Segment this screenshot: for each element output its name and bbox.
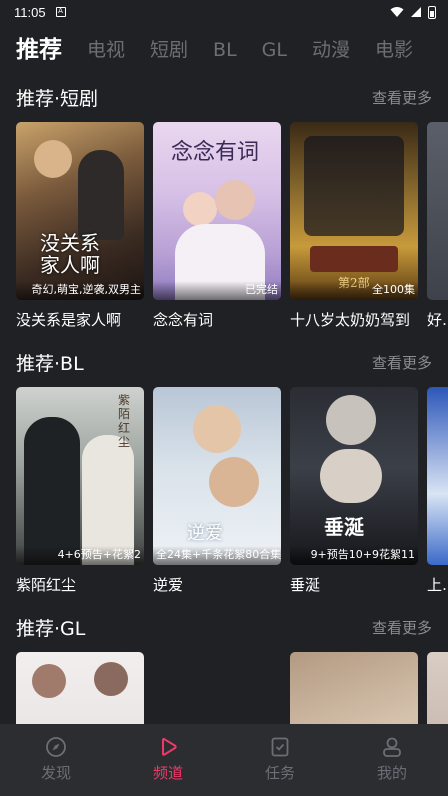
nav-profile[interactable]: 我的	[352, 736, 432, 796]
figure-shape	[215, 180, 255, 220]
status-bar: 11:05 A	[0, 0, 448, 24]
poster-image	[427, 652, 448, 724]
card-row	[16, 652, 448, 724]
nav-channel[interactable]: 频道	[128, 736, 208, 796]
drama-card[interactable]	[427, 652, 448, 724]
status-time: 11:05	[14, 4, 46, 20]
poster-image	[427, 387, 448, 565]
compass-icon	[46, 737, 66, 757]
drama-card[interactable]: 垂涎 9+预告10+9花絮11 垂涎	[290, 387, 418, 595]
drama-card[interactable]	[290, 652, 418, 724]
nav-tasks[interactable]: 任务	[240, 736, 320, 796]
battery-icon	[428, 5, 436, 19]
nav-label: 我的	[376, 764, 407, 782]
tab-movie[interactable]: 电影	[375, 34, 413, 66]
poster-badge: 4+6预告+花絮2	[16, 546, 144, 565]
channel-tabs: 推荐 电视 短剧 BL GL 动漫 电影	[0, 26, 448, 66]
figure-shape	[209, 457, 259, 507]
figure-shape	[326, 395, 376, 445]
see-more-link[interactable]: 查看更多	[372, 617, 432, 638]
drama-card[interactable]	[16, 652, 144, 724]
drama-card[interactable]: 逆爱 全24集+千条花絮80合集 逆爱	[153, 387, 281, 595]
poster-art-text: 没关系 家人啊	[40, 231, 100, 277]
figure-shape	[94, 662, 128, 696]
play-icon	[162, 738, 177, 756]
poster-badge: 全24集+千条花絮80合集	[153, 546, 281, 565]
poster-badge: 9+预告10+9花絮11	[290, 546, 418, 565]
card-title: 好…	[427, 311, 448, 329]
profile-icon	[383, 737, 401, 757]
figure-shape	[32, 664, 66, 698]
tab-tv[interactable]: 电视	[87, 34, 125, 66]
figure-shape	[310, 246, 398, 272]
section-bl: 推荐·BL 查看更多 紫陌红尘 4+6预告+花絮2 紫陌红尘 逆爱 全24集+千…	[0, 347, 448, 597]
poster-art-text: 紫陌红尘	[118, 393, 131, 449]
poster-image: 逆爱 全24集+千条花絮80合集	[153, 387, 281, 565]
tab-recommend[interactable]: 推荐	[16, 34, 62, 66]
card-title: 逆爱	[153, 576, 184, 594]
see-more-link[interactable]: 查看更多	[372, 87, 432, 108]
card-title: 没关系是家人啊	[16, 311, 122, 329]
card-title: 垂涎	[290, 576, 321, 594]
drama-card[interactable]: 第2部 全100集 十八岁太奶奶驾到	[290, 122, 418, 330]
section-title: 推荐·GL	[16, 617, 86, 640]
figure-shape	[183, 192, 217, 226]
poster-badge: 已完结	[153, 281, 281, 300]
poster-image	[427, 122, 448, 300]
section-title: 推荐·短剧	[16, 87, 99, 110]
nav-label: 发现	[40, 764, 71, 782]
notification-icon: A	[55, 7, 66, 17]
poster-badge: 奇幻,萌宝,逆袭,双男主	[16, 281, 144, 300]
section-short-drama: 推荐·短剧 查看更多 没关系 家人啊 奇幻,萌宝,逆袭,双男主 没关系是家人啊 …	[0, 82, 448, 332]
card-row: 紫陌红尘 4+6预告+花絮2 紫陌红尘 逆爱 全24集+千条花絮80合集 逆爱 …	[16, 387, 448, 597]
tab-short-drama[interactable]: 短剧	[150, 34, 188, 66]
poster-art-text: 逆爱	[187, 523, 223, 544]
tab-gl[interactable]: GL	[262, 34, 287, 66]
figure-shape	[78, 150, 124, 240]
nav-label: 频道	[152, 764, 183, 782]
card-row: 没关系 家人啊 奇幻,萌宝,逆袭,双男主 没关系是家人啊 念念有词 已完结 念念…	[16, 122, 448, 332]
nav-discover[interactable]: 发现	[16, 736, 96, 796]
figure-shape	[24, 417, 80, 565]
section-gl: 推荐·GL 查看更多	[0, 612, 448, 724]
card-title: 上…	[427, 576, 448, 594]
tab-anime[interactable]: 动漫	[312, 34, 350, 66]
drama-card[interactable]: 没关系 家人啊 奇幻,萌宝,逆袭,双男主 没关系是家人啊	[16, 122, 144, 330]
poster-image: 紫陌红尘 4+6预告+花絮2	[16, 387, 144, 565]
bottom-nav: 发现 频道 任务 我的	[0, 724, 448, 796]
poster-image	[290, 652, 418, 724]
poster-image	[16, 652, 144, 724]
figure-shape	[193, 405, 241, 453]
poster-image: 念念有词 已完结	[153, 122, 281, 300]
tab-bl[interactable]: BL	[213, 34, 237, 66]
section-title: 推荐·BL	[16, 352, 84, 375]
card-title: 念念有词	[153, 311, 214, 329]
status-icons	[390, 5, 436, 19]
card-title: 紫陌红尘	[16, 576, 77, 594]
nav-label: 任务	[264, 764, 295, 782]
card-title: 十八岁太奶奶驾到	[290, 311, 411, 329]
poster-image: 垂涎 9+预告10+9花絮11	[290, 387, 418, 565]
drama-card[interactable]: 上…	[427, 387, 448, 595]
poster-art-text: 念念有词	[171, 140, 260, 165]
poster-art-text: 垂涎	[324, 515, 364, 539]
figure-shape	[34, 140, 72, 178]
task-icon	[271, 737, 289, 757]
figure-shape	[304, 136, 404, 236]
poster-image: 没关系 家人啊 奇幻,萌宝,逆袭,双男主	[16, 122, 144, 300]
poster-image: 第2部 全100集	[290, 122, 418, 300]
signal-icon	[411, 7, 421, 17]
wifi-icon	[390, 7, 404, 17]
drama-card[interactable]: 紫陌红尘 4+6预告+花絮2 紫陌红尘	[16, 387, 144, 595]
drama-card[interactable]: 念念有词 已完结 念念有词	[153, 122, 281, 330]
see-more-link[interactable]: 查看更多	[372, 352, 432, 373]
poster-badge: 全100集	[290, 281, 418, 300]
figure-shape	[320, 449, 382, 503]
drama-card[interactable]: 好…	[427, 122, 448, 330]
